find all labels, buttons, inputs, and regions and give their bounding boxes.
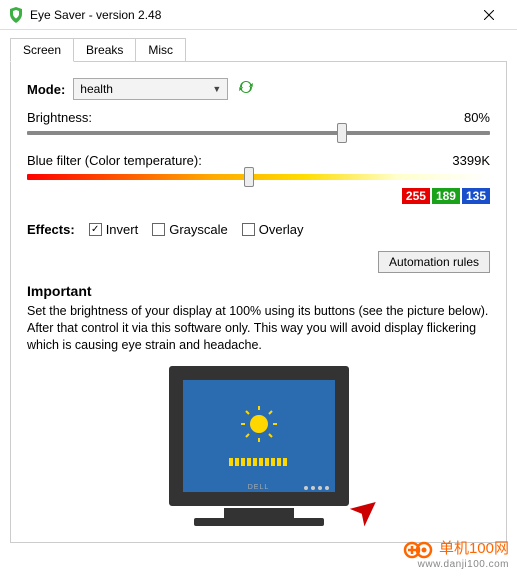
mode-row: Mode: health ▼ — [27, 78, 490, 100]
invert-label: Invert — [106, 222, 139, 237]
rgb-r: 255 — [402, 188, 430, 204]
brightness-label: Brightness: — [27, 110, 92, 125]
important-heading: Important — [27, 283, 490, 299]
rgb-g: 189 — [432, 188, 460, 204]
checkbox-icon — [152, 223, 165, 236]
chevron-down-icon: ▼ — [212, 84, 221, 94]
refresh-icon — [238, 79, 254, 95]
bluefilter-value: 3399K — [452, 153, 490, 168]
overlay-checkbox[interactable]: Overlay — [242, 222, 304, 237]
watermark: 单机100网 www.danji100.com — [403, 537, 509, 570]
refresh-button[interactable] — [238, 79, 254, 99]
brightness-bar-icon — [229, 458, 289, 466]
rgb-display: 255 189 135 — [27, 188, 490, 204]
bluefilter-slider[interactable] — [27, 174, 490, 180]
grayscale-checkbox[interactable]: Grayscale — [152, 222, 228, 237]
brightness-value: 80% — [464, 110, 490, 125]
titlebar: Eye Saver - version 2.48 — [0, 0, 517, 30]
monitor-illustration: DELL ➤ — [27, 366, 490, 526]
brightness-thumb[interactable] — [337, 123, 347, 143]
watermark-logo-icon — [403, 541, 433, 559]
watermark-text: 单机100网 — [439, 540, 509, 557]
bluefilter-thumb[interactable] — [244, 167, 254, 187]
watermark-url: www.danji100.com — [403, 559, 509, 570]
brightness-slider[interactable] — [27, 131, 490, 135]
mode-select[interactable]: health ▼ — [73, 78, 228, 100]
tabs: Screen Breaks Misc — [0, 30, 517, 62]
sun-moon-icon — [240, 405, 278, 452]
important-text: Set the brightness of your display at 10… — [27, 303, 490, 354]
checkbox-icon — [242, 223, 255, 236]
close-button[interactable] — [469, 0, 509, 30]
monitor-brand: DELL — [248, 484, 270, 491]
tab-screen[interactable]: Screen — [10, 38, 74, 62]
overlay-label: Overlay — [259, 222, 304, 237]
tab-content-screen: Mode: health ▼ Brightness: 80% Blue filt… — [10, 61, 507, 543]
automation-row: Automation rules — [27, 251, 490, 273]
close-icon — [484, 10, 494, 20]
effects-label: Effects: — [27, 222, 75, 237]
brightness-section: Brightness: 80% — [27, 110, 490, 135]
monitor-screen: DELL — [169, 366, 349, 506]
tab-breaks[interactable]: Breaks — [73, 38, 136, 62]
effects-row: Effects: ✓ Invert Grayscale Overlay — [27, 222, 490, 237]
monitor-base — [194, 518, 324, 526]
mode-value: health — [80, 82, 113, 96]
tab-misc[interactable]: Misc — [135, 38, 186, 62]
monitor-buttons-icon — [304, 486, 329, 490]
bluefilter-label: Blue filter (Color temperature): — [27, 153, 202, 168]
automation-button[interactable]: Automation rules — [378, 251, 490, 273]
invert-checkbox[interactable]: ✓ Invert — [89, 222, 139, 237]
bluefilter-section: Blue filter (Color temperature): 3399K 2… — [27, 153, 490, 204]
monitor-stand — [224, 508, 294, 518]
window-title: Eye Saver - version 2.48 — [30, 8, 469, 22]
rgb-b: 135 — [462, 188, 490, 204]
grayscale-label: Grayscale — [169, 222, 228, 237]
shield-icon — [8, 7, 24, 23]
checkbox-icon: ✓ — [89, 223, 102, 236]
mode-label: Mode: — [27, 82, 65, 97]
